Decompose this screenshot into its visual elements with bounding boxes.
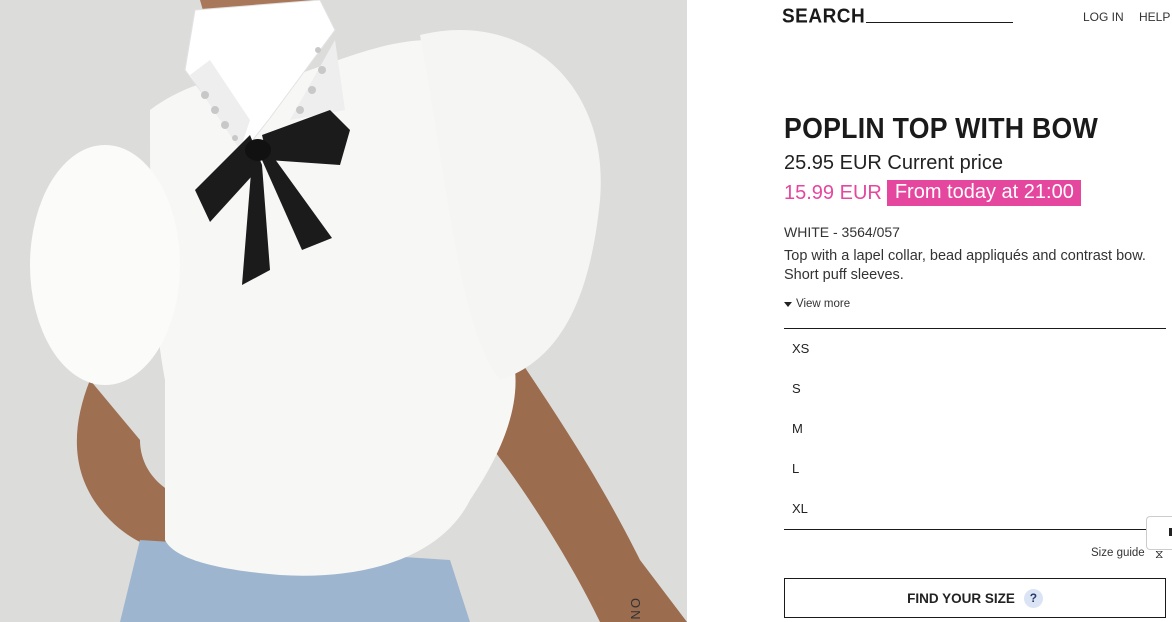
size-option-xl[interactable]: XL — [784, 489, 1166, 529]
side-feedback-tab[interactable] — [1146, 516, 1172, 550]
product-title: POPLIN TOP WITH BOW — [784, 113, 1099, 145]
question-icon: ? — [1023, 588, 1043, 608]
view-more-link[interactable]: View more — [784, 298, 850, 310]
color-reference: WHITE - 3564/057 — [784, 224, 900, 240]
search-label[interactable]: SEARCH — [782, 5, 865, 28]
photo-vertical-text: ON — [628, 598, 643, 622]
current-price: 25.95 EUR Current price — [784, 152, 1003, 174]
product-description: Top with a lapel collar, bead appliqués … — [784, 248, 1146, 283]
login-link[interactable]: LOG IN — [1083, 10, 1124, 24]
size-list: XS S M L XL — [784, 328, 1166, 530]
size-guide-link[interactable]: Size guide — [1091, 547, 1145, 559]
caret-down-icon — [784, 301, 792, 307]
size-option-s[interactable]: S — [784, 369, 1166, 409]
sale-badge: From today at 21:00 — [886, 180, 1081, 206]
product-photo[interactable]: ON — [0, 0, 687, 622]
size-option-l[interactable]: L — [784, 449, 1166, 489]
sale-price: 15.99 EUR — [784, 181, 882, 204]
find-your-size-label: FIND YOUR SIZE — [907, 590, 1015, 606]
product-image — [0, 0, 687, 622]
help-link[interactable]: HELP — [1139, 10, 1170, 24]
find-your-size-button[interactable]: FIND YOUR SIZE ? — [784, 578, 1166, 618]
search-input[interactable] — [866, 22, 1013, 23]
size-option-m[interactable]: M — [784, 409, 1166, 449]
view-more-label: View more — [796, 298, 851, 310]
size-option-xs[interactable]: XS — [784, 329, 1166, 369]
sale-price-row: 15.99 EUR From today at 21:00 — [784, 180, 1081, 206]
